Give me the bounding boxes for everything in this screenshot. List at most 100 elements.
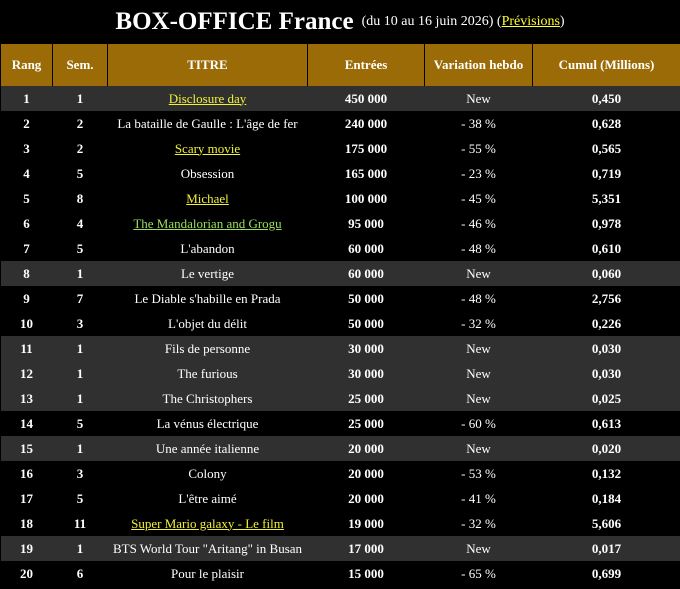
title-cell: L'abandon (108, 236, 308, 261)
cumul-cell: 0,565 (591, 140, 622, 156)
entries-cell: 30 000 (307, 361, 425, 386)
film-title: Pour le plaisir (171, 565, 244, 581)
title-cell: Le vertige (107, 261, 308, 286)
variation-cell: New (424, 436, 533, 461)
title-cell: Michael (108, 186, 308, 211)
previsions-link[interactable]: Prévisions (502, 14, 560, 29)
film-title: Une année italienne (155, 440, 260, 456)
rank-cell: 5 (23, 190, 30, 206)
entries-cell: 60 000 (348, 240, 384, 256)
col-header-entries: Entrées (307, 44, 425, 86)
period-suffix: ) (559, 14, 565, 29)
film-title: Fils de personne (164, 340, 251, 356)
weeks-cell: 2 (76, 115, 84, 131)
entries-cell: 165 000 (344, 165, 388, 181)
film-title: Colony (188, 465, 227, 481)
title-cell: Disclosure day (107, 86, 308, 111)
variation-cell: - 60 % (461, 415, 496, 431)
rank-cell: 15 (0, 436, 53, 461)
cumul-cell: 0,184 (591, 490, 622, 506)
variation-cell: - 65 % (461, 565, 496, 581)
rank-cell: 14 (20, 415, 33, 431)
table-body: 1 1 Disclosure day 450 000 New 0,450 2 2 La bata… (0, 86, 680, 586)
table-row: 18 11 Super Mario galaxy - Le film 19 000 - … (1, 511, 680, 536)
table-row: 16 3 Colony 20 000 - 53 % 0,132 (1, 461, 680, 486)
film-title-link[interactable]: Scary movie (175, 141, 240, 156)
weeks-cell: 1 (52, 336, 108, 361)
table-row: 1 1 Disclosure day 450 000 New 0,450 (0, 86, 680, 111)
col-header-title: TITRE (107, 44, 308, 86)
period-prefix: (du 10 au 16 juin 2026) ( (361, 14, 502, 29)
film-title-link[interactable]: The Mandalorian and Grogu (133, 216, 281, 231)
col-header-weeks: Sem. (52, 44, 108, 86)
film-title: Le Diable s'habille en Prada (134, 290, 281, 306)
weeks-cell: 2 (76, 140, 84, 156)
variation-cell: New (424, 261, 533, 286)
table-row: 9 7 Le Diable s'habille en Prada 50 000 - 48… (1, 286, 680, 311)
cumul-cell: 0,226 (591, 315, 622, 331)
title-cell: La vénus électrique (108, 411, 308, 436)
entries-cell: 50 000 (348, 315, 384, 331)
variation-cell: - 23 % (461, 165, 496, 181)
table-row: 7 5 L'abandon 60 000 - 48 % 0,610 (1, 236, 680, 261)
table-row: 6 4 The Mandalorian and Grogu 95 000 - 46 % 0… (1, 211, 680, 236)
rank-cell: 2 (23, 115, 30, 131)
weeks-cell: 4 (76, 215, 84, 231)
weeks-cell: 1 (52, 261, 108, 286)
film-title: Le vertige (180, 265, 235, 281)
rank-cell: 16 (20, 465, 33, 481)
rank-cell: 12 (0, 361, 53, 386)
cumul-cell: 0,030 (532, 361, 680, 386)
film-title-link[interactable]: Michael (186, 191, 229, 206)
weeks-cell: 5 (76, 490, 84, 506)
table-row: 20 6 Pour le plaisir 15 000 - 65 % 0,699 (1, 561, 680, 586)
film-title-link[interactable]: Super Mario galaxy - Le film (131, 516, 284, 531)
cumul-cell: 0,030 (532, 336, 680, 361)
title-cell: Pour le plaisir (108, 561, 308, 586)
variation-cell: - 32 % (461, 515, 496, 531)
rank-cell: 18 (20, 515, 33, 531)
weeks-cell: 5 (76, 165, 84, 181)
rank-cell: 11 (0, 336, 53, 361)
cumul-cell: 0,978 (591, 215, 622, 231)
film-title: The Christophers (162, 390, 253, 406)
film-title: Obsession (180, 165, 235, 181)
film-title: BTS World Tour "Aritang" in Busan (112, 540, 303, 556)
entries-cell: 15 000 (348, 565, 384, 581)
table-row: 17 5 L'être aimé 20 000 - 41 % 0,184 (1, 486, 680, 511)
entries-cell: 175 000 (344, 140, 388, 156)
rank-cell: 3 (23, 140, 30, 156)
variation-cell: New (424, 536, 533, 561)
variation-cell: - 55 % (461, 140, 496, 156)
cumul-cell: 0,450 (532, 86, 680, 111)
title-cell: Scary movie (108, 136, 308, 161)
entries-cell: 25 000 (348, 415, 384, 431)
page-header: BOX-OFFICE France (du 10 au 16 juin 2026… (0, 0, 680, 44)
cumul-cell: 5,351 (591, 190, 622, 206)
film-title: L'être aimé (178, 490, 237, 506)
title-cell: Super Mario galaxy - Le film (108, 511, 308, 536)
table-row: 19 1 BTS World Tour "Aritang" in Busan 17 0… (0, 536, 680, 561)
rank-cell: 17 (20, 490, 33, 506)
table-row: 5 8 Michael 100 000 - 45 % 5,351 (1, 186, 680, 211)
table-row: 14 5 La vénus électrique 25 000 - 60 % 0,613 (1, 411, 680, 436)
entries-cell: 20 000 (348, 490, 384, 506)
title-cell: Fils de personne (107, 336, 308, 361)
film-title-link[interactable]: Disclosure day (169, 91, 247, 106)
entries-cell: 450 000 (307, 86, 425, 111)
title-cell: The furious (107, 361, 308, 386)
film-title: La vénus électrique (156, 415, 259, 431)
cumul-cell: 0,060 (532, 261, 680, 286)
variation-cell: - 48 % (461, 290, 496, 306)
col-header-cumul: Cumul (Millions) (532, 44, 680, 86)
variation-cell: - 48 % (461, 240, 496, 256)
cumul-cell: 0,719 (591, 165, 622, 181)
cumul-cell: 5,606 (591, 515, 622, 531)
rank-cell: 7 (23, 240, 30, 256)
variation-cell: - 46 % (461, 215, 496, 231)
period-subtitle: (du 10 au 16 juin 2026) (Prévisions) (362, 14, 565, 30)
page-title: BOX-OFFICE France (115, 8, 354, 35)
variation-cell: - 41 % (461, 490, 496, 506)
rank-cell: 8 (0, 261, 53, 286)
title-cell: Le Diable s'habille en Prada (108, 286, 308, 311)
